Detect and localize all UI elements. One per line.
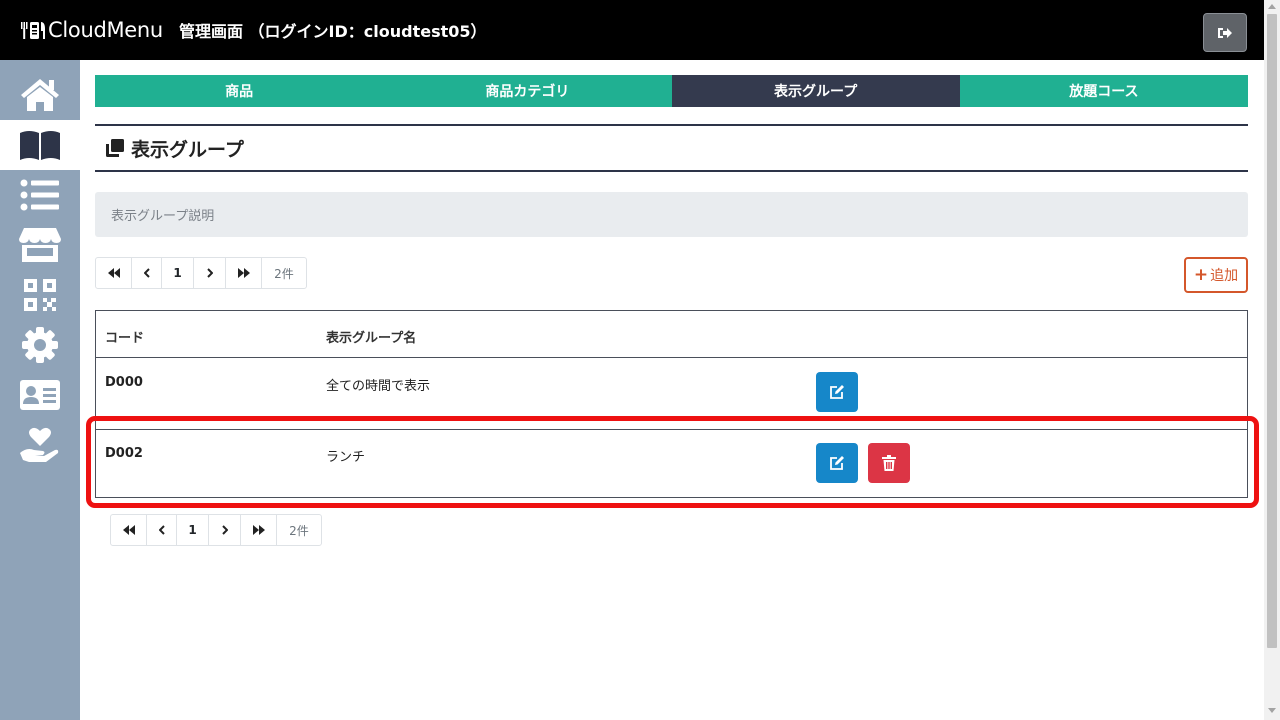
sidebar-item-qr[interactable] [0, 270, 80, 320]
display-group-table: コード 表示グループ名 D000 全ての時間で表示 D002 ランチ [95, 310, 1248, 498]
page-number[interactable]: 1 [162, 258, 194, 288]
cloudmenu-logo-icon [21, 22, 45, 39]
row-code: D000 [105, 375, 143, 390]
group-description: 表示グループ説明 [95, 192, 1248, 237]
menu-book-icon [20, 131, 60, 160]
sidebar [0, 60, 80, 720]
page-header: 表示グループ [95, 124, 1248, 172]
edit-icon [830, 456, 844, 470]
sidebar-item-menu[interactable] [0, 120, 80, 170]
scroll-up-arrow-icon[interactable] [1268, 4, 1276, 9]
store-icon [19, 228, 61, 262]
table-header: コード 表示グループ名 [96, 311, 1247, 358]
add-button-label: 追加 [1210, 268, 1239, 284]
sidebar-item-list[interactable] [0, 170, 80, 220]
pagination-top: 1 2件 [95, 257, 307, 289]
hand-heart-icon [20, 427, 59, 462]
double-right-icon [252, 525, 265, 535]
list-icon [20, 179, 59, 211]
table-row: D002 ランチ [96, 429, 1247, 499]
row-code: D002 [105, 446, 143, 461]
brand-name: CloudMenu [48, 18, 163, 42]
plus-icon: + [1193, 264, 1209, 285]
double-right-icon [237, 268, 250, 278]
first-page-button[interactable] [96, 258, 132, 288]
scrollbar-thumb[interactable] [1267, 14, 1277, 648]
chevron-left-icon [158, 525, 165, 535]
home-icon [21, 79, 59, 111]
edit-button[interactable] [816, 372, 858, 412]
sign-out-icon [1218, 27, 1232, 38]
page-number[interactable]: 1 [177, 515, 209, 545]
add-button[interactable]: + 追加 [1184, 257, 1248, 293]
qr-code-icon [24, 279, 56, 311]
pagination-bottom: 1 2件 [110, 514, 322, 546]
row-name: 全ての時間で表示 [326, 379, 431, 394]
total-count: 2件 [274, 266, 294, 281]
trash-icon [882, 455, 896, 471]
vertical-scrollbar[interactable] [1264, 0, 1280, 720]
total-count: 2件 [289, 523, 309, 538]
page-title: 表示グループ [131, 138, 244, 161]
chevron-left-icon [143, 268, 150, 278]
table-row: D000 全ての時間で表示 [96, 359, 1247, 429]
chevron-right-icon [221, 525, 228, 535]
delete-button[interactable] [868, 443, 910, 483]
tab-bar: 商品 商品カテゴリ 表示グループ 放題コース [95, 75, 1248, 107]
next-page-button[interactable] [209, 515, 241, 545]
sidebar-item-settings[interactable] [0, 320, 80, 370]
tab-all-you-can-courses[interactable]: 放題コース [959, 75, 1248, 107]
clone-icon [106, 139, 124, 157]
next-page-button[interactable] [194, 258, 226, 288]
chevron-right-icon [206, 268, 213, 278]
top-navbar: CloudMenu 管理画面 （ログインID：cloudtest05） [0, 0, 1264, 60]
scroll-down-arrow-icon[interactable] [1268, 708, 1276, 713]
first-page-button[interactable] [111, 515, 147, 545]
brand[interactable]: CloudMenu 管理画面 （ログインID：cloudtest05） [20, 15, 487, 45]
double-left-icon [122, 525, 135, 535]
logout-button[interactable] [1203, 13, 1247, 52]
last-page-button[interactable] [226, 258, 262, 288]
column-header-code: コード [105, 331, 145, 346]
row-name: ランチ [326, 450, 366, 465]
header-subtitle: 管理画面 （ログインID：cloudtest05） [178, 22, 487, 41]
tab-display-groups[interactable]: 表示グループ [671, 75, 960, 107]
sidebar-item-home[interactable] [0, 70, 80, 120]
edit-icon [830, 385, 844, 399]
sidebar-item-care[interactable] [0, 420, 80, 470]
prev-page-button[interactable] [132, 258, 162, 288]
sidebar-item-profile[interactable] [0, 370, 80, 420]
tab-products[interactable]: 商品 [95, 75, 384, 107]
edit-button[interactable] [816, 443, 858, 483]
last-page-button[interactable] [241, 515, 277, 545]
column-header-name: 表示グループ名 [326, 331, 417, 346]
prev-page-button[interactable] [147, 515, 177, 545]
sidebar-item-store[interactable] [0, 220, 80, 270]
tab-product-categories[interactable]: 商品カテゴリ [383, 75, 672, 107]
double-left-icon [107, 268, 120, 278]
gear-icon [22, 327, 58, 363]
id-card-icon [20, 380, 60, 410]
